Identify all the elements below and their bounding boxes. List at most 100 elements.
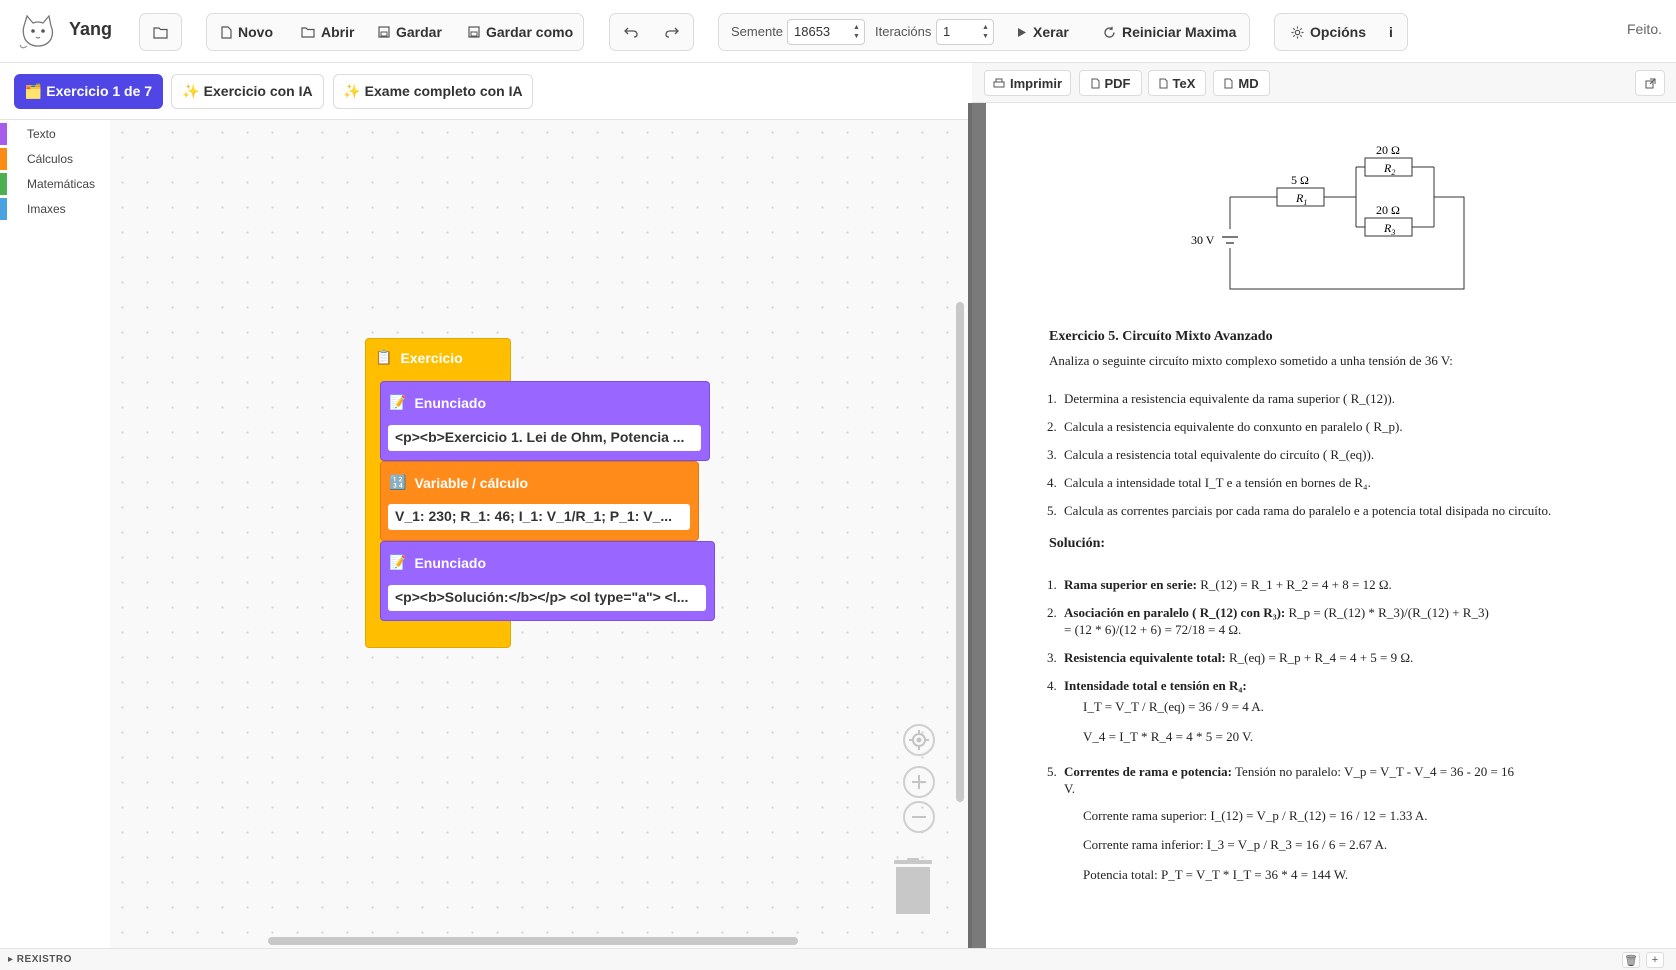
variable-calculo-block[interactable]: 🔢 Variable / cálculo V_1: 230; R_1: 46; … bbox=[380, 461, 699, 541]
enunciado-block[interactable]: 📝 Enunciado <p><b>Solución:</b></p> <ol … bbox=[380, 541, 715, 621]
exercicio-con-ia-button[interactable]: ✨ Exercicio con IA bbox=[171, 74, 324, 109]
source-voltage-label: 30 V bbox=[1191, 233, 1215, 247]
reiniciar-maxima-button[interactable]: Reiniciar Maxima bbox=[1103, 14, 1236, 50]
play-icon bbox=[1018, 27, 1026, 37]
list-item: 5. Correntes de rama e potencia: Tensión … bbox=[1047, 764, 1515, 796]
external-window-icon bbox=[1645, 78, 1655, 88]
novo-button[interactable]: Novo bbox=[221, 14, 273, 50]
memo-icon: 📝 bbox=[389, 554, 407, 570]
save-as-icon bbox=[468, 26, 480, 38]
pdf-button[interactable]: PDF bbox=[1079, 70, 1142, 96]
blocks-workspace[interactable]: 📋 Exercicio 📝 Enunciado <p><b>Exercicio … bbox=[110, 120, 968, 948]
open-folder-icon bbox=[301, 27, 315, 38]
printer-icon bbox=[993, 78, 1005, 87]
solution-list: 1. Rama superior en serie: R_(12) = R_1 +… bbox=[1047, 576, 1634, 694]
generation-group: Semente 18653 ▲ ▼ Iteracións 1 ▲ ▼ Xerar R… bbox=[718, 13, 1250, 51]
block-toolbox: Texto Cálculos Matemáticas Imaxes bbox=[0, 120, 110, 948]
toolbox-category-imaxes[interactable]: Imaxes bbox=[0, 198, 110, 220]
plus-icon: + bbox=[1651, 954, 1659, 966]
solution-line: Corrente rama inferior: I_3 = V_p / R_3 … bbox=[1083, 837, 1388, 852]
file-actions-group: Novo Abrir Gardar Gardar como bbox=[206, 13, 584, 51]
top-toolbar: Yang Novo Abrir Gardar Gardar como Semen… bbox=[0, 0, 1676, 63]
list-item: 1. Rama superior en serie: R_(12) = R_1 +… bbox=[1047, 577, 1392, 592]
list-item: 3. Resistencia equivalente total: R_(eq) … bbox=[1047, 650, 1414, 665]
undo-icon bbox=[624, 27, 638, 38]
gear-icon bbox=[1291, 26, 1304, 38]
memo-icon: 📝 bbox=[389, 394, 407, 410]
circuit-diagram: 5 Ω R1 20 Ω R2 20 Ω R3 30 V bbox=[1191, 143, 1465, 290]
log-toggle[interactable]: ▸ REXISTRO bbox=[8, 954, 72, 965]
question-list: 1. Determina a resistencia equivalente da… bbox=[1047, 390, 1552, 519]
workspace-horizontal-scrollbar[interactable] bbox=[268, 937, 798, 945]
exercicio-selector-button[interactable]: 🗂️ Exercicio 1 de 7 bbox=[14, 74, 163, 109]
gardar-como-button[interactable]: Gardar como bbox=[468, 14, 573, 50]
cat-logo-icon bbox=[19, 14, 54, 49]
solution-list-continued: 5. Correntes de rama e potencia: Tensión … bbox=[1047, 763, 1634, 797]
app-title: Yang bbox=[69, 19, 113, 39]
list-item: 5. Calcula as correntes parciais por cada… bbox=[1047, 503, 1552, 518]
redo-button[interactable] bbox=[665, 14, 679, 50]
undo-button[interactable] bbox=[624, 14, 638, 50]
iteracions-spinner-icon[interactable]: ▲ ▼ bbox=[981, 23, 990, 41]
recenter-icon[interactable] bbox=[903, 724, 935, 756]
list-item: 4. Intensidade total e tensión en R₄: bbox=[1047, 678, 1247, 693]
semente-input[interactable]: 18653 ▲ ▼ bbox=[787, 19, 865, 45]
file-icon bbox=[1091, 78, 1099, 88]
semente-spinner-icon[interactable]: ▲ ▼ bbox=[852, 23, 861, 41]
history-group bbox=[609, 13, 694, 51]
info-button[interactable]: i bbox=[1389, 14, 1393, 50]
numbers-icon: 🔢 bbox=[389, 474, 407, 490]
toolbox-category-matematicas[interactable]: Matemáticas bbox=[0, 173, 110, 195]
solution-line: V_4 = I_T * R_4 = 4 * 5 = 20 V. bbox=[1083, 729, 1254, 744]
zoom-out-icon[interactable] bbox=[903, 801, 935, 833]
document-page: 5 Ω R1 20 Ω R2 20 Ω R3 30 V Exercicio 5.… bbox=[986, 103, 1676, 948]
refresh-icon bbox=[1104, 26, 1115, 38]
list-item: 2. Calcula a resistencia equivalente do c… bbox=[1047, 419, 1403, 434]
solution-line: Potencia total: P_T = V_T * I_T = 36 * 4… bbox=[1083, 867, 1349, 882]
r1-label: R1 bbox=[1295, 191, 1307, 207]
file-icon bbox=[1224, 78, 1233, 88]
list-item: 2. Asociación en paralelo ( R_(12) con R₃… bbox=[1047, 605, 1489, 637]
trash-icon: 🗑 bbox=[1624, 954, 1638, 967]
xerar-button[interactable]: Xerar bbox=[1017, 14, 1069, 50]
iteracions-input[interactable]: 1 ▲ ▼ bbox=[936, 19, 994, 45]
list-item: 3. Calcula a resistencia total equivalent… bbox=[1047, 447, 1375, 462]
exercise-title: Exercicio 5. Circuíto Mixto Avanzado bbox=[1049, 329, 1273, 344]
file-icon bbox=[1159, 78, 1168, 88]
tex-button[interactable]: TeX bbox=[1148, 70, 1206, 96]
enunciado-block[interactable]: 📝 Enunciado <p><b>Exercicio 1. Lei de Oh… bbox=[380, 381, 710, 461]
options-group: Opcións i bbox=[1274, 13, 1408, 51]
folder-button[interactable] bbox=[139, 13, 182, 51]
zoom-in-icon[interactable] bbox=[903, 766, 935, 798]
add-log-button[interactable]: + bbox=[1646, 952, 1664, 968]
opcions-button[interactable]: Opcións bbox=[1291, 14, 1366, 50]
solution-line: I_T = V_T / R_(eq) = 36 / 9 = 4 A. bbox=[1083, 699, 1264, 714]
list-item: 4. Calcula a intensidade total I_T e a te… bbox=[1047, 475, 1371, 490]
r2-value-label: 20 Ω bbox=[1376, 143, 1400, 157]
abrir-button[interactable]: Abrir bbox=[301, 14, 354, 50]
semente-label: Semente bbox=[731, 24, 784, 39]
redo-icon bbox=[665, 27, 679, 38]
toolbox-category-texto[interactable]: Texto bbox=[0, 123, 110, 145]
iteracions-label: Iteracións bbox=[875, 24, 932, 39]
solution-line: Corrente rama superior: I_(12) = V_p / R… bbox=[1083, 808, 1428, 823]
enunciado-text-field[interactable]: <p><b>Exercicio 1. Lei de Ohm, Potencia … bbox=[388, 425, 701, 451]
gardar-button[interactable]: Gardar bbox=[378, 14, 442, 50]
output-toolbar: Imprimir PDF TeX MD bbox=[972, 63, 1676, 103]
trash-icon[interactable] bbox=[892, 858, 934, 916]
variable-expression-field[interactable]: V_1: 230; R_1: 46; I_1: V_1/R_1; P_1: V_… bbox=[388, 504, 690, 530]
list-item: 1. Determina a resistencia equivalente da… bbox=[1047, 391, 1395, 406]
popout-button[interactable] bbox=[1635, 70, 1665, 96]
md-button[interactable]: MD bbox=[1213, 70, 1270, 96]
clear-log-button[interactable]: 🗑 bbox=[1622, 952, 1640, 968]
enunciado-text-field[interactable]: <p><b>Solución:</b></p> <ol type="a"> <l… bbox=[388, 585, 706, 611]
toolbox-category-calculos[interactable]: Cálculos bbox=[0, 148, 110, 170]
workspace-vertical-scrollbar[interactable] bbox=[956, 302, 964, 802]
imprimir-button[interactable]: Imprimir bbox=[984, 70, 1071, 96]
info-icon: i bbox=[1389, 24, 1393, 40]
new-file-icon bbox=[221, 25, 232, 39]
r3-label: R3 bbox=[1383, 221, 1395, 237]
r3-value-label: 20 Ω bbox=[1376, 203, 1400, 217]
log-footer: ▸ REXISTRO 🗑 + bbox=[0, 948, 1676, 970]
exame-completo-ia-button[interactable]: ✨ Exame completo con IA bbox=[333, 74, 533, 109]
